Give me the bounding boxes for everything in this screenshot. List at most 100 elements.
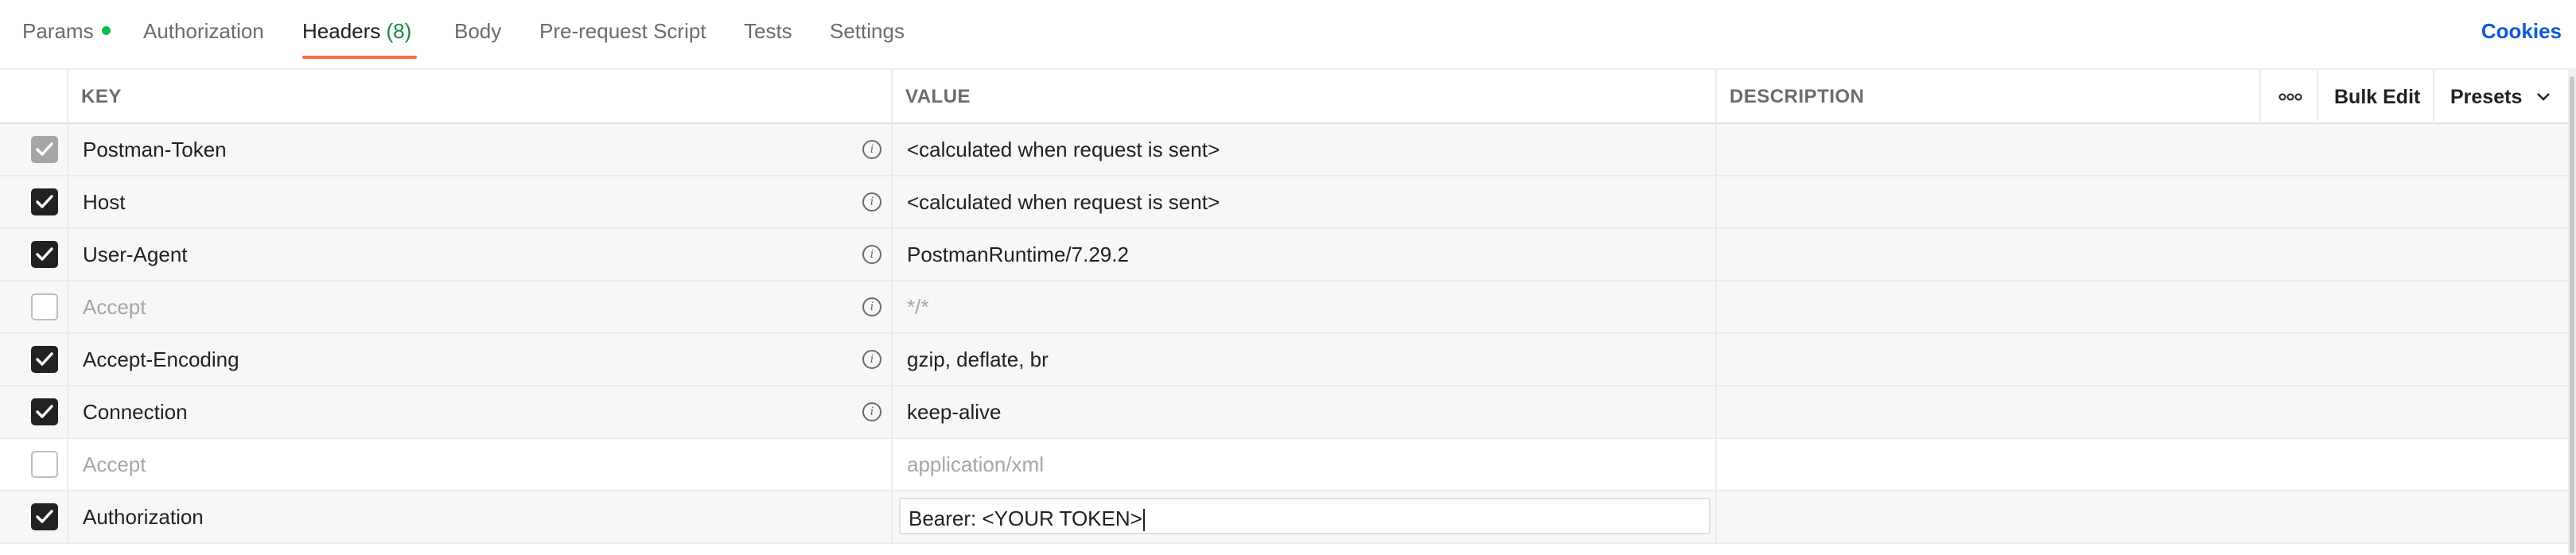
tab-pre-request-script-label: Pre-request Script bbox=[539, 19, 706, 43]
tab-pre-request-script[interactable]: Pre-request Script bbox=[539, 19, 706, 44]
info-icon[interactable]: i bbox=[862, 192, 881, 212]
table-header-row: KEY VALUE DESCRIPTION Bulk Edit Presets bbox=[0, 70, 2568, 124]
tab-headers-label: Headers bbox=[302, 19, 381, 43]
table-row: Host i <calculated when request is sent> bbox=[0, 177, 2568, 229]
vertical-scrollbar[interactable] bbox=[2568, 70, 2576, 555]
value-column-header: VALUE bbox=[905, 86, 971, 107]
info-icon[interactable]: i bbox=[862, 402, 881, 421]
row-check-cell bbox=[0, 491, 68, 542]
bulk-edit-label: Bulk Edit bbox=[2334, 86, 2421, 108]
row-enable-checkbox[interactable] bbox=[31, 451, 58, 478]
header-value[interactable]: <calculated when request is sent> bbox=[907, 138, 1220, 162]
row-key-cell: Postman-Token i bbox=[68, 124, 893, 175]
row-description-cell[interactable] bbox=[1717, 229, 2568, 280]
row-check-cell bbox=[0, 281, 68, 332]
key-column-header: KEY bbox=[81, 86, 122, 107]
row-value-cell: gzip, deflate, br bbox=[893, 334, 1717, 385]
table-row: User-Agent i PostmanRuntime/7.29.2 bbox=[0, 229, 2568, 281]
header-key[interactable]: Accept bbox=[83, 295, 146, 320]
row-check-cell bbox=[0, 229, 68, 280]
row-check-cell bbox=[0, 177, 68, 227]
row-enable-checkbox bbox=[31, 136, 58, 163]
tab-authorization[interactable]: Authorization bbox=[143, 19, 264, 44]
tab-headers[interactable]: Headers (8) bbox=[302, 19, 411, 44]
text-cursor bbox=[1142, 509, 1145, 532]
headers-count: (8) bbox=[386, 19, 412, 43]
tab-settings[interactable]: Settings bbox=[830, 19, 905, 44]
header-key[interactable]: User-Agent bbox=[83, 243, 188, 267]
table-row: Accept i */* bbox=[0, 281, 2568, 334]
row-enable-checkbox[interactable] bbox=[31, 188, 58, 215]
more-horizontal-icon bbox=[2278, 93, 2302, 101]
header-value[interactable]: PostmanRuntime/7.29.2 bbox=[907, 243, 1129, 267]
row-enable-checkbox[interactable] bbox=[31, 241, 58, 268]
info-icon[interactable]: i bbox=[862, 297, 881, 316]
header-key[interactable]: Authorization bbox=[83, 505, 204, 530]
info-icon[interactable]: i bbox=[862, 350, 881, 369]
row-enable-checkbox[interactable] bbox=[31, 503, 58, 530]
row-value-cell: PostmanRuntime/7.29.2 bbox=[893, 229, 1717, 280]
row-enable-checkbox[interactable] bbox=[31, 398, 58, 425]
checkmark-icon bbox=[36, 195, 53, 208]
header-value[interactable]: <calculated when request is sent> bbox=[907, 190, 1220, 215]
row-description-cell[interactable] bbox=[1717, 281, 2568, 332]
presets-label: Presets bbox=[2450, 86, 2523, 108]
row-enable-checkbox[interactable] bbox=[31, 346, 58, 373]
header-description-cell: DESCRIPTION Bulk Edit Presets bbox=[1717, 70, 2568, 124]
row-value-cell: application/xml bbox=[893, 439, 1717, 490]
row-description-cell[interactable] bbox=[1717, 124, 2568, 175]
table-row: Accept-Encoding i gzip, deflate, br bbox=[0, 334, 2568, 386]
presets-dropdown[interactable]: Presets bbox=[2433, 70, 2568, 124]
row-key-cell: Authorization bbox=[68, 491, 893, 542]
table-row: Connection i keep-alive bbox=[0, 386, 2568, 439]
table-row: Authorization Bearer: <YOUR TOKEN> bbox=[0, 491, 2568, 544]
row-key-cell: User-Agent i bbox=[68, 229, 893, 280]
row-enable-checkbox[interactable] bbox=[31, 293, 58, 320]
header-key[interactable]: Postman-Token bbox=[83, 138, 227, 162]
row-key-cell: Connection i bbox=[68, 386, 893, 437]
chevron-down-icon bbox=[2537, 93, 2550, 101]
row-key-cell: Accept i bbox=[68, 281, 893, 332]
row-key-cell: Accept bbox=[68, 439, 893, 490]
row-check-cell bbox=[0, 334, 68, 385]
header-key[interactable]: Host bbox=[83, 190, 125, 215]
header-value[interactable]: gzip, deflate, br bbox=[907, 347, 1049, 372]
info-icon[interactable]: i bbox=[862, 140, 881, 159]
tab-tests[interactable]: Tests bbox=[744, 19, 792, 44]
checkmark-icon bbox=[36, 405, 53, 418]
row-description-cell[interactable] bbox=[1717, 177, 2568, 227]
info-icon[interactable]: i bbox=[862, 245, 881, 264]
row-value-cell: <calculated when request is sent> bbox=[893, 177, 1717, 227]
cookies-link[interactable]: Cookies bbox=[2481, 19, 2562, 44]
header-value[interactable]: application/xml bbox=[907, 452, 1044, 477]
bulk-edit-button[interactable]: Bulk Edit bbox=[2317, 70, 2433, 124]
header-key[interactable]: Accept-Encoding bbox=[83, 347, 239, 372]
row-value-cell: keep-alive bbox=[893, 386, 1717, 437]
header-value[interactable]: keep-alive bbox=[907, 400, 1002, 425]
request-tab-bar: Params Authorization Headers (8) Body Pr… bbox=[0, 0, 2576, 70]
header-key[interactable]: Connection bbox=[83, 400, 188, 425]
row-value-cell: <calculated when request is sent> bbox=[893, 124, 1717, 175]
active-tab-indicator bbox=[302, 56, 417, 59]
tab-params[interactable]: Params bbox=[22, 19, 111, 44]
description-column-header: DESCRIPTION bbox=[1730, 86, 1865, 107]
row-key-cell: Host i bbox=[68, 177, 893, 227]
header-value[interactable]: */* bbox=[907, 295, 928, 320]
tab-body[interactable]: Body bbox=[454, 19, 501, 44]
scrollbar-thumb[interactable] bbox=[2570, 76, 2574, 553]
header-value-input[interactable]: Bearer: <YOUR TOKEN> bbox=[899, 498, 1710, 534]
more-actions-button[interactable] bbox=[2259, 70, 2317, 124]
row-check-cell bbox=[0, 386, 68, 437]
row-description-cell[interactable] bbox=[1717, 439, 2568, 490]
table-row: Accept application/xml bbox=[0, 439, 2568, 491]
row-description-cell[interactable] bbox=[1717, 334, 2568, 385]
header-check-cell bbox=[0, 70, 68, 124]
checkmark-icon bbox=[36, 247, 53, 261]
params-status-dot bbox=[101, 25, 111, 35]
header-key[interactable]: Accept bbox=[83, 452, 146, 477]
tab-settings-label: Settings bbox=[830, 19, 905, 43]
row-key-cell: Accept-Encoding i bbox=[68, 334, 893, 385]
row-description-cell[interactable] bbox=[1717, 386, 2568, 437]
row-description-cell[interactable] bbox=[1717, 491, 2568, 542]
header-value-text: Bearer: <YOUR TOKEN> bbox=[909, 506, 1142, 530]
